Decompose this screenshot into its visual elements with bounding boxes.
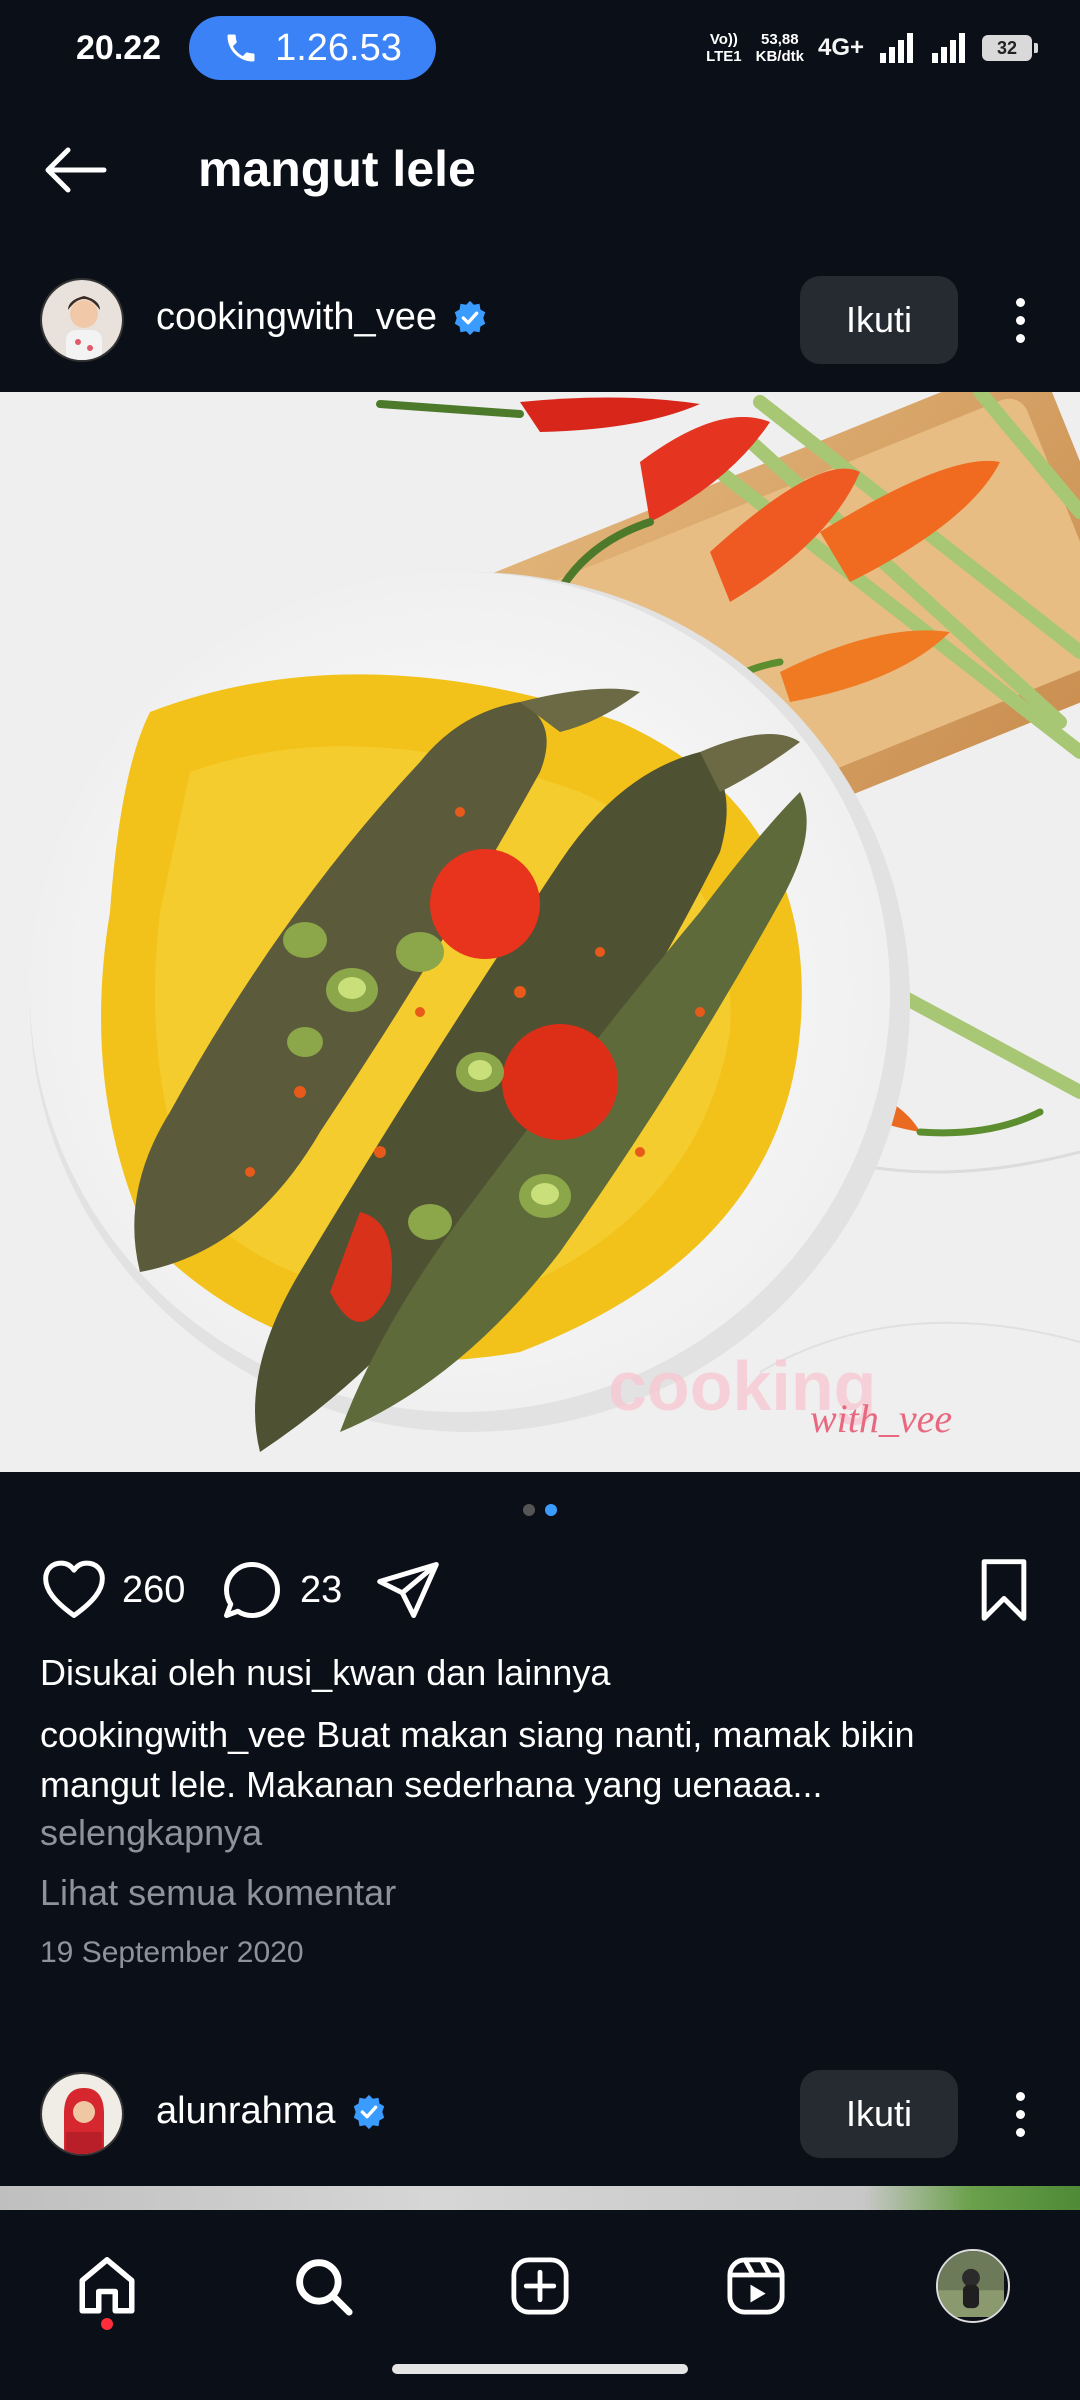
bookmark-icon xyxy=(981,1559,1027,1621)
status-icons: Vo)) LTE1 53,88 KB/dtk 4G+ 32 xyxy=(706,31,1038,65)
post-date: 19 September 2020 xyxy=(40,1936,304,1969)
post-author[interactable]: alunrahma xyxy=(156,2090,388,2133)
liked-by-text[interactable]: Disukai oleh nusi_kwan dan lainnya xyxy=(40,1652,610,1694)
profile-image xyxy=(938,2251,1004,2317)
more-options-button[interactable] xyxy=(996,276,1044,364)
avatar[interactable] xyxy=(40,2072,124,2156)
post-caption: cookingwith_vee Buat makan siang nanti, … xyxy=(40,1710,1040,1810)
send-icon xyxy=(377,1562,439,1618)
see-more-link[interactable]: selengkapnya xyxy=(40,1812,262,1854)
volte-indicator: Vo)) LTE1 xyxy=(706,31,742,65)
username[interactable]: alunrahma xyxy=(156,2090,336,2133)
page-header: mangut lele xyxy=(0,110,1080,230)
nav-profile[interactable] xyxy=(933,2246,1013,2326)
view-all-comments-link[interactable]: Lihat semua komentar xyxy=(40,1872,396,1914)
nav-create[interactable] xyxy=(500,2246,580,2326)
search-icon xyxy=(296,2259,353,2316)
network-speed: 53,88 KB/dtk xyxy=(755,31,804,65)
profile-avatar xyxy=(936,2249,1010,2323)
battery-icon: 32 xyxy=(982,35,1038,61)
home-indicator[interactable] xyxy=(392,2364,688,2374)
nav-home[interactable] xyxy=(67,2246,147,2326)
comment-button[interactable]: 23 xyxy=(218,1550,342,1630)
verified-badge-icon xyxy=(353,2094,384,2129)
comment-count: 23 xyxy=(300,1568,343,1611)
carousel-dot xyxy=(523,1504,535,1516)
network-type: 4G+ xyxy=(817,34,864,61)
carousel-dot-active xyxy=(545,1504,557,1516)
watermark-sub: with_vee xyxy=(810,1396,952,1441)
status-time: 20.22 xyxy=(76,28,162,67)
avatar-image xyxy=(42,2074,122,2154)
more-options-button[interactable] xyxy=(996,2070,1044,2158)
signal-2-icon xyxy=(932,33,965,63)
more-dot-icon xyxy=(1015,315,1025,325)
next-post-header: alunrahma Ikuti xyxy=(0,2054,1080,2174)
more-dot-icon xyxy=(1015,297,1025,307)
like-count: 260 xyxy=(122,1568,186,1611)
nav-search[interactable] xyxy=(283,2246,363,2326)
reels-icon xyxy=(727,2257,785,2315)
signal-1-icon xyxy=(880,33,913,63)
ongoing-call-pill[interactable]: 1.26.53 xyxy=(189,16,436,80)
more-dot-icon xyxy=(1015,333,1025,343)
avatar[interactable] xyxy=(40,278,124,362)
follow-button[interactable]: Ikuti xyxy=(800,2070,958,2158)
share-button[interactable] xyxy=(374,1550,442,1630)
next-post-image[interactable] xyxy=(0,2186,1080,2210)
verified-badge-icon xyxy=(454,300,486,335)
more-dot-icon xyxy=(1015,2109,1025,2119)
nav-reels[interactable] xyxy=(716,2246,796,2326)
follow-button[interactable]: Ikuti xyxy=(800,276,958,364)
create-icon xyxy=(511,2257,569,2315)
username[interactable]: cookingwith_vee xyxy=(156,296,437,339)
post-author[interactable]: cookingwith_vee xyxy=(156,296,489,339)
post-header: cookingwith_vee Ikuti xyxy=(0,260,1080,380)
more-dot-icon xyxy=(1015,2091,1025,2101)
heart-icon xyxy=(43,1560,105,1618)
like-button[interactable]: 260 xyxy=(40,1550,185,1630)
arrow-left-icon xyxy=(45,147,107,193)
page-title: mangut lele xyxy=(198,141,476,197)
status-bar: 20.22 1.26.53 Vo)) LTE1 53,88 KB/dtk 4G+… xyxy=(0,0,1080,96)
carousel-indicator xyxy=(0,1504,1080,1516)
food-photo: cooking with_vee xyxy=(0,392,1080,1472)
phone-icon xyxy=(227,34,255,62)
comment-icon xyxy=(224,1562,280,1618)
post-image[interactable]: cooking with_vee xyxy=(0,392,1080,1472)
save-button[interactable] xyxy=(970,1550,1038,1630)
call-timer: 1.26.53 xyxy=(275,26,402,69)
avatar-image xyxy=(42,280,122,360)
back-button[interactable] xyxy=(40,134,112,206)
notification-dot xyxy=(101,2318,113,2330)
bottom-navigation xyxy=(0,2210,1080,2400)
post-actions: 260 23 xyxy=(0,1550,1080,1630)
home-icon xyxy=(79,2257,135,2314)
more-dot-icon xyxy=(1015,2127,1025,2137)
caption-username[interactable]: cookingwith_vee xyxy=(40,1714,306,1755)
